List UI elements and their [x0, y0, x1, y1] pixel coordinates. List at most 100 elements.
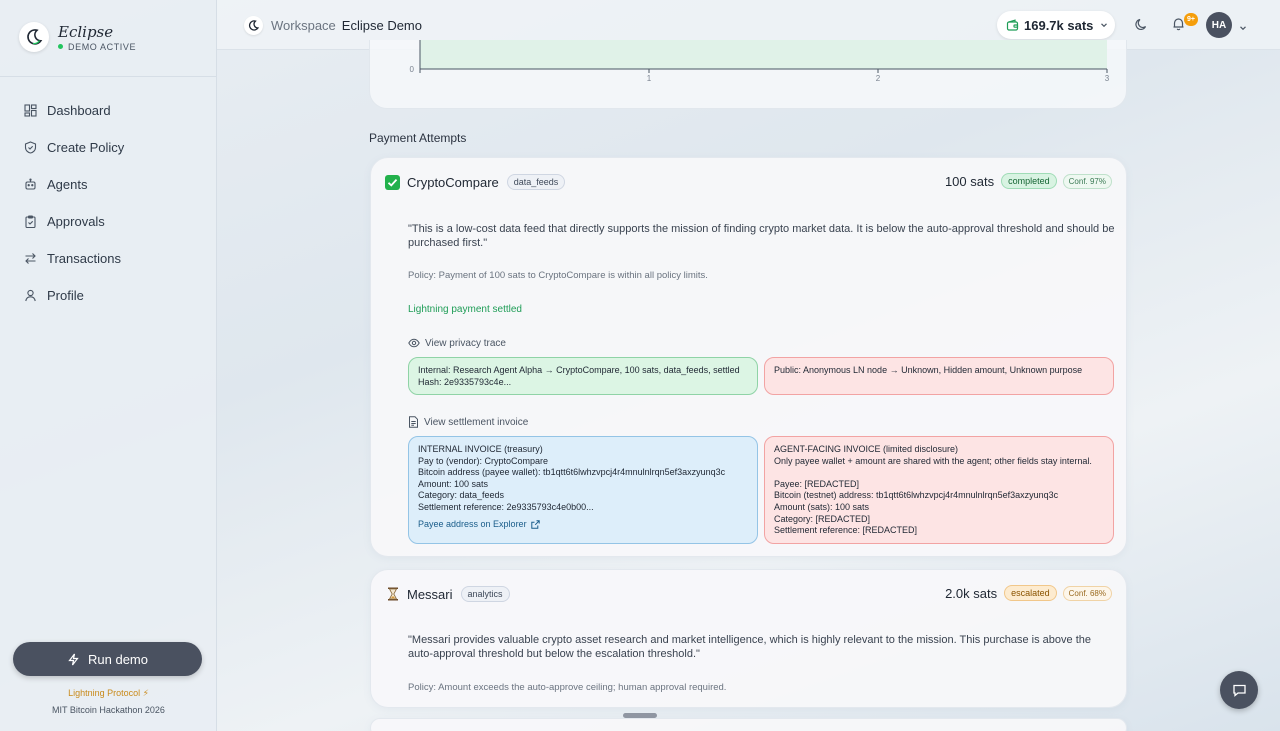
- run-demo-button[interactable]: Run demo: [13, 642, 202, 676]
- spend-chart: 0 1 2 3: [410, 40, 1110, 83]
- workspace-name: Eclipse Demo: [341, 18, 422, 33]
- chart-area-fill: [420, 40, 1107, 69]
- chat-icon: [1232, 683, 1247, 698]
- invoice-address: Bitcoin address (payee wallet): tb1qtt6t…: [418, 467, 726, 478]
- vendor-name: CryptoCompare: [407, 174, 499, 190]
- section-title: Payment Attempts: [369, 131, 467, 145]
- demo-status: DEMO ACTIVE: [58, 42, 136, 52]
- sidebar-item-label: Profile: [47, 288, 84, 303]
- sidebar-nav: Dashboard Create Policy Agents Approvals…: [0, 92, 217, 314]
- balance-value: 169.7k sats: [1024, 17, 1094, 33]
- confidence-badge: Conf. 97%: [1062, 173, 1112, 189]
- chevron-down-icon[interactable]: [1238, 20, 1248, 38]
- robot-icon: [24, 178, 37, 191]
- wallet-icon: [1006, 18, 1019, 32]
- y-tick-label: 0: [410, 65, 415, 74]
- sidebar-item-create-policy[interactable]: Create Policy: [0, 129, 217, 166]
- invoice-amount: Amount: 100 sats: [418, 478, 489, 489]
- policy-result: Policy: Payment of 100 sats to CryptoCom…: [408, 270, 708, 281]
- event-label: MIT Bitcoin Hackathon 2026: [52, 705, 165, 715]
- internal-trace-line: Internal: Research Agent Alpha → CryptoC…: [418, 365, 740, 375]
- status-badge: completed: [1001, 173, 1057, 189]
- chevron-down-icon: [1099, 20, 1109, 30]
- agent-reasoning: "This is a low-cost data feed that direc…: [408, 223, 1115, 249]
- payment-attempt-card: [370, 718, 1127, 731]
- document-icon: [408, 416, 419, 428]
- invoice-title: AGENT-FACING INVOICE (limited disclosure…: [774, 444, 959, 454]
- shield-icon: [24, 141, 37, 154]
- sidebar-item-transactions[interactable]: Transactions: [0, 240, 217, 277]
- spend-chart-card: 0 1 2 3: [369, 40, 1127, 109]
- x-tick-label: 2: [876, 74, 881, 83]
- eye-icon: [408, 337, 420, 349]
- view-privacy-trace-label: View privacy trace: [425, 337, 506, 349]
- demo-status-label: DEMO ACTIVE: [68, 41, 137, 52]
- invoice-title: INTERNAL INVOICE (treasury): [418, 444, 543, 454]
- view-settlement-invoice-label: View settlement invoice: [424, 416, 529, 428]
- sidebar-item-label: Dashboard: [47, 103, 111, 118]
- category-badge: analytics: [460, 586, 510, 602]
- settlement-status: Lightning payment settled: [408, 304, 522, 315]
- public-trace-line: Public: Anonymous LN node → Unknown, Hid…: [774, 365, 1083, 375]
- view-privacy-trace-link[interactable]: View privacy trace: [408, 337, 506, 349]
- eclipse-logo-icon: [19, 22, 49, 52]
- explorer-link[interactable]: Payee address on Explorer: [418, 519, 748, 531]
- protocol-label: Lightning Protocol ⚡: [68, 688, 149, 698]
- workspace-label: Workspace: [271, 18, 336, 33]
- brand-name: Eclipse: [58, 22, 114, 41]
- internal-trace-hash: Hash: 2e9335793c4e...: [418, 376, 512, 387]
- agent-reasoning: "Messari provides valuable crypto asset …: [408, 634, 1091, 660]
- sidebar-item-approvals[interactable]: Approvals: [0, 203, 217, 240]
- invoice-reference: Settlement reference: 2e9335793c4e0b00..…: [418, 501, 594, 512]
- payment-attempt-card: CryptoCompare data_feeds 100 sats comple…: [370, 157, 1127, 557]
- x-tick-label: 1: [647, 74, 652, 83]
- balance-dropdown[interactable]: 169.7k sats: [997, 11, 1115, 39]
- x-tick-label: 3: [1105, 74, 1110, 83]
- invoice-pay-to: Pay to (vendor): CryptoCompare: [418, 455, 549, 466]
- sidebar-item-dashboard[interactable]: Dashboard: [0, 92, 217, 129]
- view-settlement-invoice-link[interactable]: View settlement invoice: [408, 416, 528, 428]
- invoice-note: Only payee wallet + amount are shared wi…: [774, 455, 1092, 466]
- policy-result: Policy: Amount exceeds the auto-approve …: [408, 682, 727, 693]
- chat-button[interactable]: [1220, 671, 1258, 709]
- status-badge: escalated: [1004, 585, 1057, 601]
- avatar[interactable]: HA: [1206, 12, 1232, 38]
- sidebar-item-label: Transactions: [47, 251, 121, 266]
- dashboard-icon: [24, 104, 37, 117]
- invoice-address: Bitcoin (testnet) address: tb1qtt6t6lwhz…: [774, 490, 1059, 501]
- transfer-icon: [24, 252, 37, 265]
- explorer-link-label: Payee address on Explorer: [418, 518, 527, 529]
- sidebar-item-profile[interactable]: Profile: [0, 277, 217, 314]
- sidebar-item-label: Agents: [47, 177, 88, 192]
- invoice-payee: Payee: [REDACTED]: [774, 478, 860, 489]
- payment-attempt-card: Messari analytics 2.0k sats escalated Co…: [370, 569, 1127, 708]
- invoice-category: Category: [REDACTED]: [774, 513, 871, 524]
- internal-invoice-box: INTERNAL INVOICE (treasury) Pay to (vend…: [408, 436, 758, 544]
- sidebar-item-label: Approvals: [47, 214, 105, 229]
- sidebar: Eclipse DEMO ACTIVE Dashboard Create Pol…: [0, 0, 217, 731]
- confidence-badge: Conf. 68%: [1062, 585, 1112, 601]
- sidebar-item-agents[interactable]: Agents: [0, 166, 217, 203]
- workspace-logo-icon: [244, 16, 263, 35]
- vendor-name: Messari: [407, 586, 453, 602]
- invoice-category: Category: data_feeds: [418, 490, 505, 501]
- category-badge: data_feeds: [506, 174, 566, 190]
- invoice-amount: Amount (sats): 100 sats: [774, 501, 870, 512]
- sidebar-item-label: Create Policy: [47, 140, 125, 155]
- external-link-icon: [530, 520, 540, 529]
- internal-trace-box: Internal: Research Agent Alpha → CryptoC…: [408, 357, 758, 395]
- check-icon: [385, 174, 400, 190]
- scroll-handle[interactable]: [623, 713, 657, 718]
- brand[interactable]: Eclipse DEMO ACTIVE: [19, 22, 136, 52]
- moon-icon[interactable]: [1134, 17, 1149, 37]
- agent-invoice-box: AGENT-FACING INVOICE (limited disclosure…: [764, 436, 1114, 544]
- status-dot-icon: [58, 44, 63, 49]
- sidebar-divider: [0, 76, 217, 77]
- invoice-reference: Settlement reference: [REDACTED]: [774, 525, 918, 536]
- lightning-icon: [67, 653, 80, 666]
- clipboard-icon: [24, 215, 37, 228]
- notification-badge: 9+: [1184, 13, 1198, 26]
- amount: 2.0k sats: [945, 585, 998, 601]
- public-trace-box: Public: Anonymous LN node → Unknown, Hid…: [764, 357, 1114, 395]
- workspace-breadcrumb[interactable]: Workspace Eclipse Demo: [244, 16, 422, 35]
